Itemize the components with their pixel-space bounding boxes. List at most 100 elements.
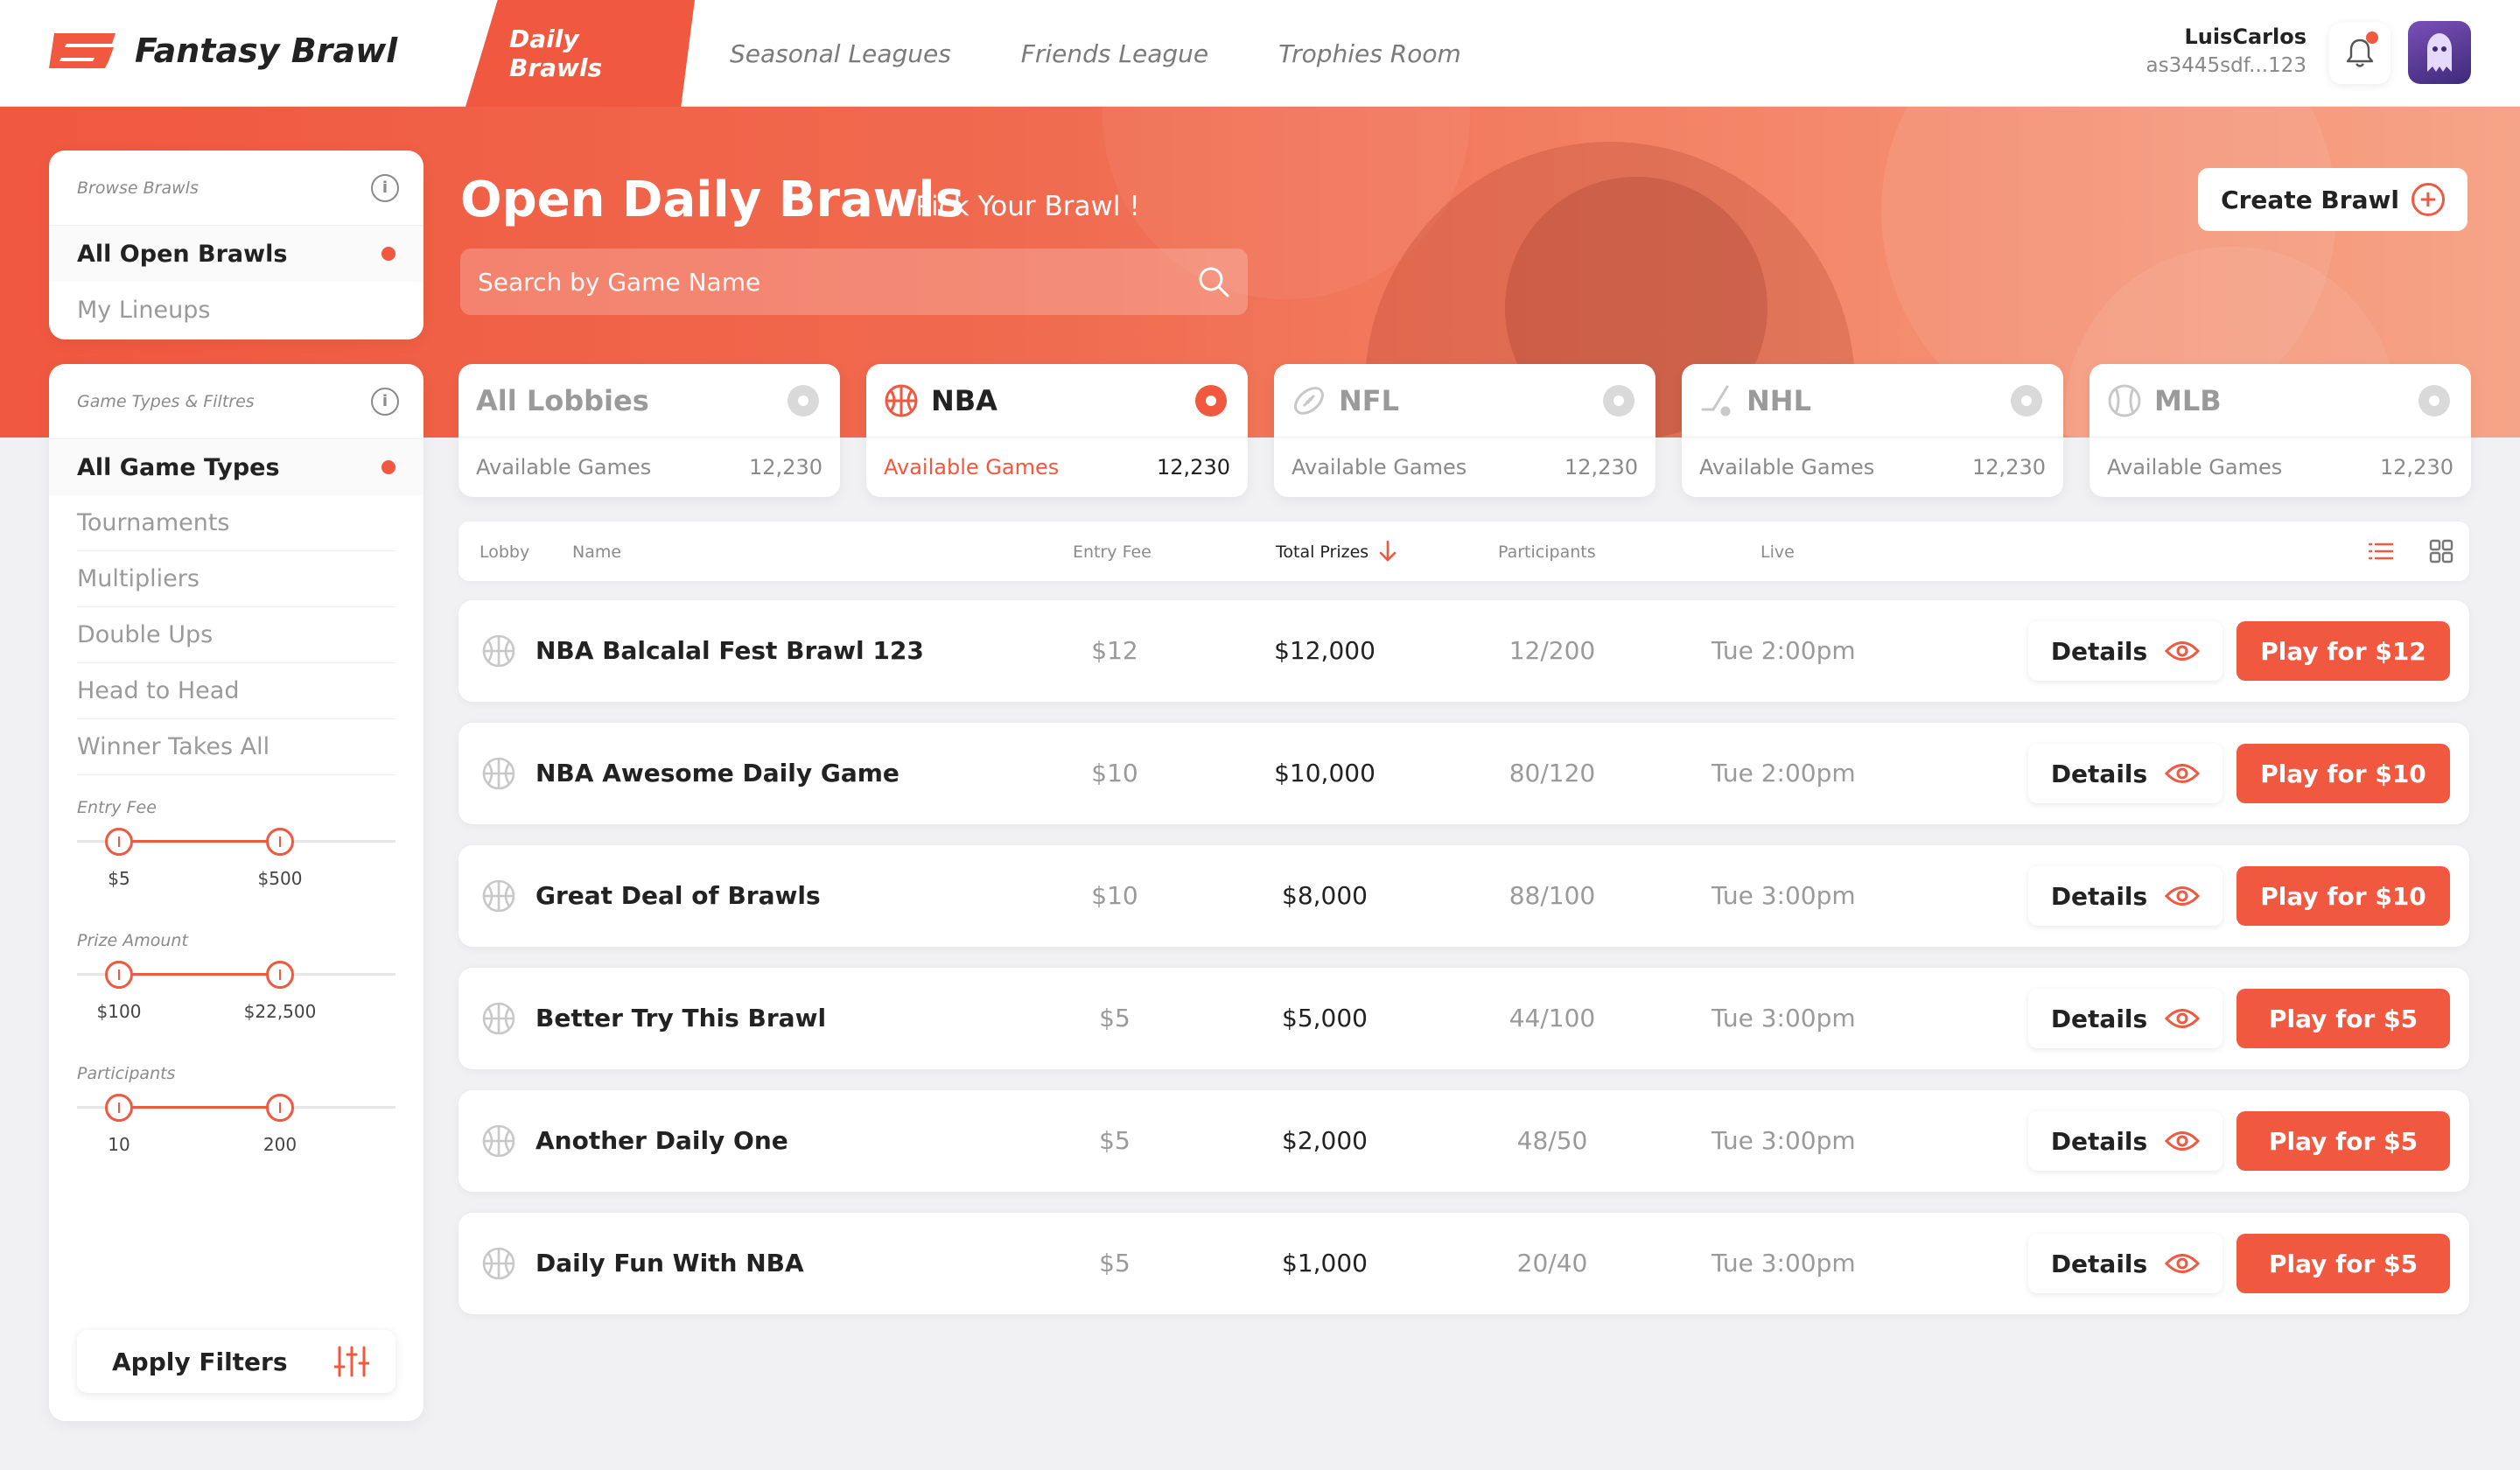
logo[interactable]: Fantasy Brawl — [47, 32, 397, 70]
create-brawl-button[interactable]: Create Brawl + — [2198, 168, 2468, 231]
brawl-name: Daily Fun With NBA — [536, 1249, 804, 1278]
sort-down-arrow-icon[interactable] — [1377, 539, 1398, 564]
filter-all-game-types[interactable]: All Game Types — [49, 439, 424, 495]
table-row: Great Deal of Brawls $10 $8,000 88/100 T… — [458, 845, 2469, 947]
details-button[interactable]: Details — [2028, 1111, 2222, 1171]
prize-amount-max-handle[interactable] — [266, 961, 294, 989]
participants-value: 12/200 — [1508, 636, 1596, 665]
filters-title: Game Types & Filtres — [77, 391, 255, 411]
league-card-nfl[interactable]: NFL Available Games 12,230 — [1274, 364, 1656, 497]
browse-item-all-open-brawls[interactable]: All Open Brawls — [49, 226, 424, 282]
play-button[interactable]: Play for $5 — [2236, 1111, 2450, 1171]
top-bar: Fantasy Brawl Daily Brawls Seasonal Leag… — [0, 0, 2520, 107]
create-brawl-label: Create Brawl — [2221, 185, 2399, 214]
play-button[interactable]: Play for $5 — [2236, 1234, 2450, 1293]
play-button[interactable]: Play for $12 — [2236, 621, 2450, 681]
filter-tournaments[interactable]: Tournaments — [77, 495, 396, 551]
participants-min-handle[interactable] — [105, 1094, 133, 1122]
participants-value: 20/40 — [1516, 1249, 1588, 1278]
nav-tab-seasonal-leagues[interactable]: Seasonal Leagues — [695, 0, 986, 107]
col-live[interactable]: Live — [1760, 542, 1795, 562]
app-title: Fantasy Brawl — [135, 32, 398, 70]
play-button[interactable]: Play for $10 — [2236, 744, 2450, 803]
details-button[interactable]: Details — [2028, 744, 2222, 803]
total-prize-value: $10,000 — [1274, 759, 1376, 788]
radio-icon — [1195, 384, 1227, 416]
browse-item-label: My Lineups — [77, 296, 211, 324]
league-name: NHL — [1746, 383, 1811, 417]
league-name: NBA — [931, 383, 998, 417]
nav-tab-friends-league[interactable]: Friends League — [986, 0, 1243, 107]
participants-value: 44/100 — [1508, 1004, 1596, 1032]
nav-tab-daily-brawls[interactable]: Daily Brawls — [466, 0, 695, 107]
user-info[interactable]: LuisCarlos as3445sdf...123 — [2146, 24, 2306, 77]
entry-fee-min-value: $5 — [108, 868, 130, 889]
user-id: as3445sdf...123 — [2146, 54, 2306, 77]
filter-head-to-head[interactable]: Head to Head — [77, 663, 396, 719]
search-bar — [460, 248, 1248, 315]
info-icon[interactable]: i — [371, 387, 399, 416]
details-label: Details — [2050, 636, 2148, 666]
league-card-mlb[interactable]: MLB Available Games 12,230 — [2090, 364, 2471, 497]
search-input[interactable] — [478, 267, 1160, 297]
participants-slider: Participants 10 200 — [49, 1064, 424, 1176]
radio-icon — [1603, 384, 1634, 416]
play-button[interactable]: Play for $10 — [2236, 866, 2450, 926]
prize-amount-min-value: $100 — [96, 1001, 142, 1022]
details-button[interactable]: Details — [2028, 1234, 2222, 1293]
browse-item-my-lineups[interactable]: My Lineups — [49, 282, 424, 338]
league-available-label: Available Games — [476, 455, 652, 480]
details-button[interactable]: Details — [2028, 621, 2222, 681]
info-icon[interactable]: i — [371, 173, 399, 202]
participants-value: 48/50 — [1516, 1126, 1588, 1155]
basketball-icon — [482, 1247, 515, 1280]
brawl-name: NBA Balcalal Fest Brawl 123 — [536, 636, 924, 665]
notifications-button[interactable] — [2329, 23, 2390, 84]
col-name[interactable]: Name — [572, 542, 621, 562]
col-total-prizes[interactable]: Total Prizes — [1276, 542, 1368, 562]
col-lobby[interactable]: Lobby — [480, 542, 529, 562]
active-dot — [382, 460, 396, 474]
details-label: Details — [2050, 1126, 2148, 1156]
avatar[interactable] — [2408, 21, 2471, 84]
filter-double-ups[interactable]: Double Ups — [77, 607, 396, 663]
brawl-name: Great Deal of Brawls — [536, 881, 821, 910]
hockey-icon — [1701, 385, 1731, 416]
radio-icon — [788, 384, 819, 416]
apply-filters-button[interactable]: Apply Filters — [77, 1330, 396, 1393]
league-count: 12,230 — [1564, 455, 1638, 480]
details-button[interactable]: Details — [2028, 989, 2222, 1048]
filter-winner-takes-all[interactable]: Winner Takes All — [77, 719, 396, 775]
league-count: 12,230 — [1972, 455, 2046, 480]
entry-fee-value: $12 — [1091, 636, 1138, 665]
page-title: Open Daily Brawls — [460, 172, 965, 228]
participants-value: 80/120 — [1508, 759, 1596, 788]
col-entry-fee[interactable]: Entry Fee — [1073, 542, 1152, 562]
entry-fee-slider: Entry Fee $5 $500 — [49, 798, 424, 910]
grid-view-icon[interactable] — [2429, 539, 2454, 564]
league-card-nba[interactable]: NBA Available Games 12,230 — [866, 364, 1248, 497]
details-button[interactable]: Details — [2028, 866, 2222, 926]
league-card-nhl[interactable]: NHL Available Games 12,230 — [1682, 364, 2063, 497]
table-row: NBA Balcalal Fest Brawl 123 $12 $12,000 … — [458, 600, 2469, 702]
play-button[interactable]: Play for $5 — [2236, 989, 2450, 1048]
participants-max-handle[interactable] — [266, 1094, 294, 1122]
filter-multipliers[interactable]: Multipliers — [77, 551, 396, 607]
entry-fee-min-handle[interactable] — [105, 828, 133, 856]
entry-fee-max-handle[interactable] — [266, 828, 294, 856]
search-icon[interactable] — [1197, 265, 1230, 298]
list-view-icon[interactable] — [2368, 541, 2394, 562]
details-label: Details — [2050, 1249, 2148, 1278]
eye-icon — [2165, 1131, 2201, 1151]
eye-icon — [2165, 886, 2201, 906]
col-participants[interactable]: Participants — [1498, 542, 1596, 562]
nav-tab-trophies-room[interactable]: Trophies Room — [1243, 0, 1496, 107]
plus-icon: + — [2411, 183, 2445, 216]
filter-label: All Game Types — [77, 453, 280, 481]
league-count: 12,230 — [1157, 455, 1230, 480]
league-card-all-lobbies[interactable]: All Lobbies Available Games 12,230 — [458, 364, 840, 497]
prize-amount-min-handle[interactable] — [105, 961, 133, 989]
details-label: Details — [2050, 881, 2148, 911]
entry-fee-label: Entry Fee — [77, 798, 157, 817]
basketball-icon — [885, 384, 918, 416]
